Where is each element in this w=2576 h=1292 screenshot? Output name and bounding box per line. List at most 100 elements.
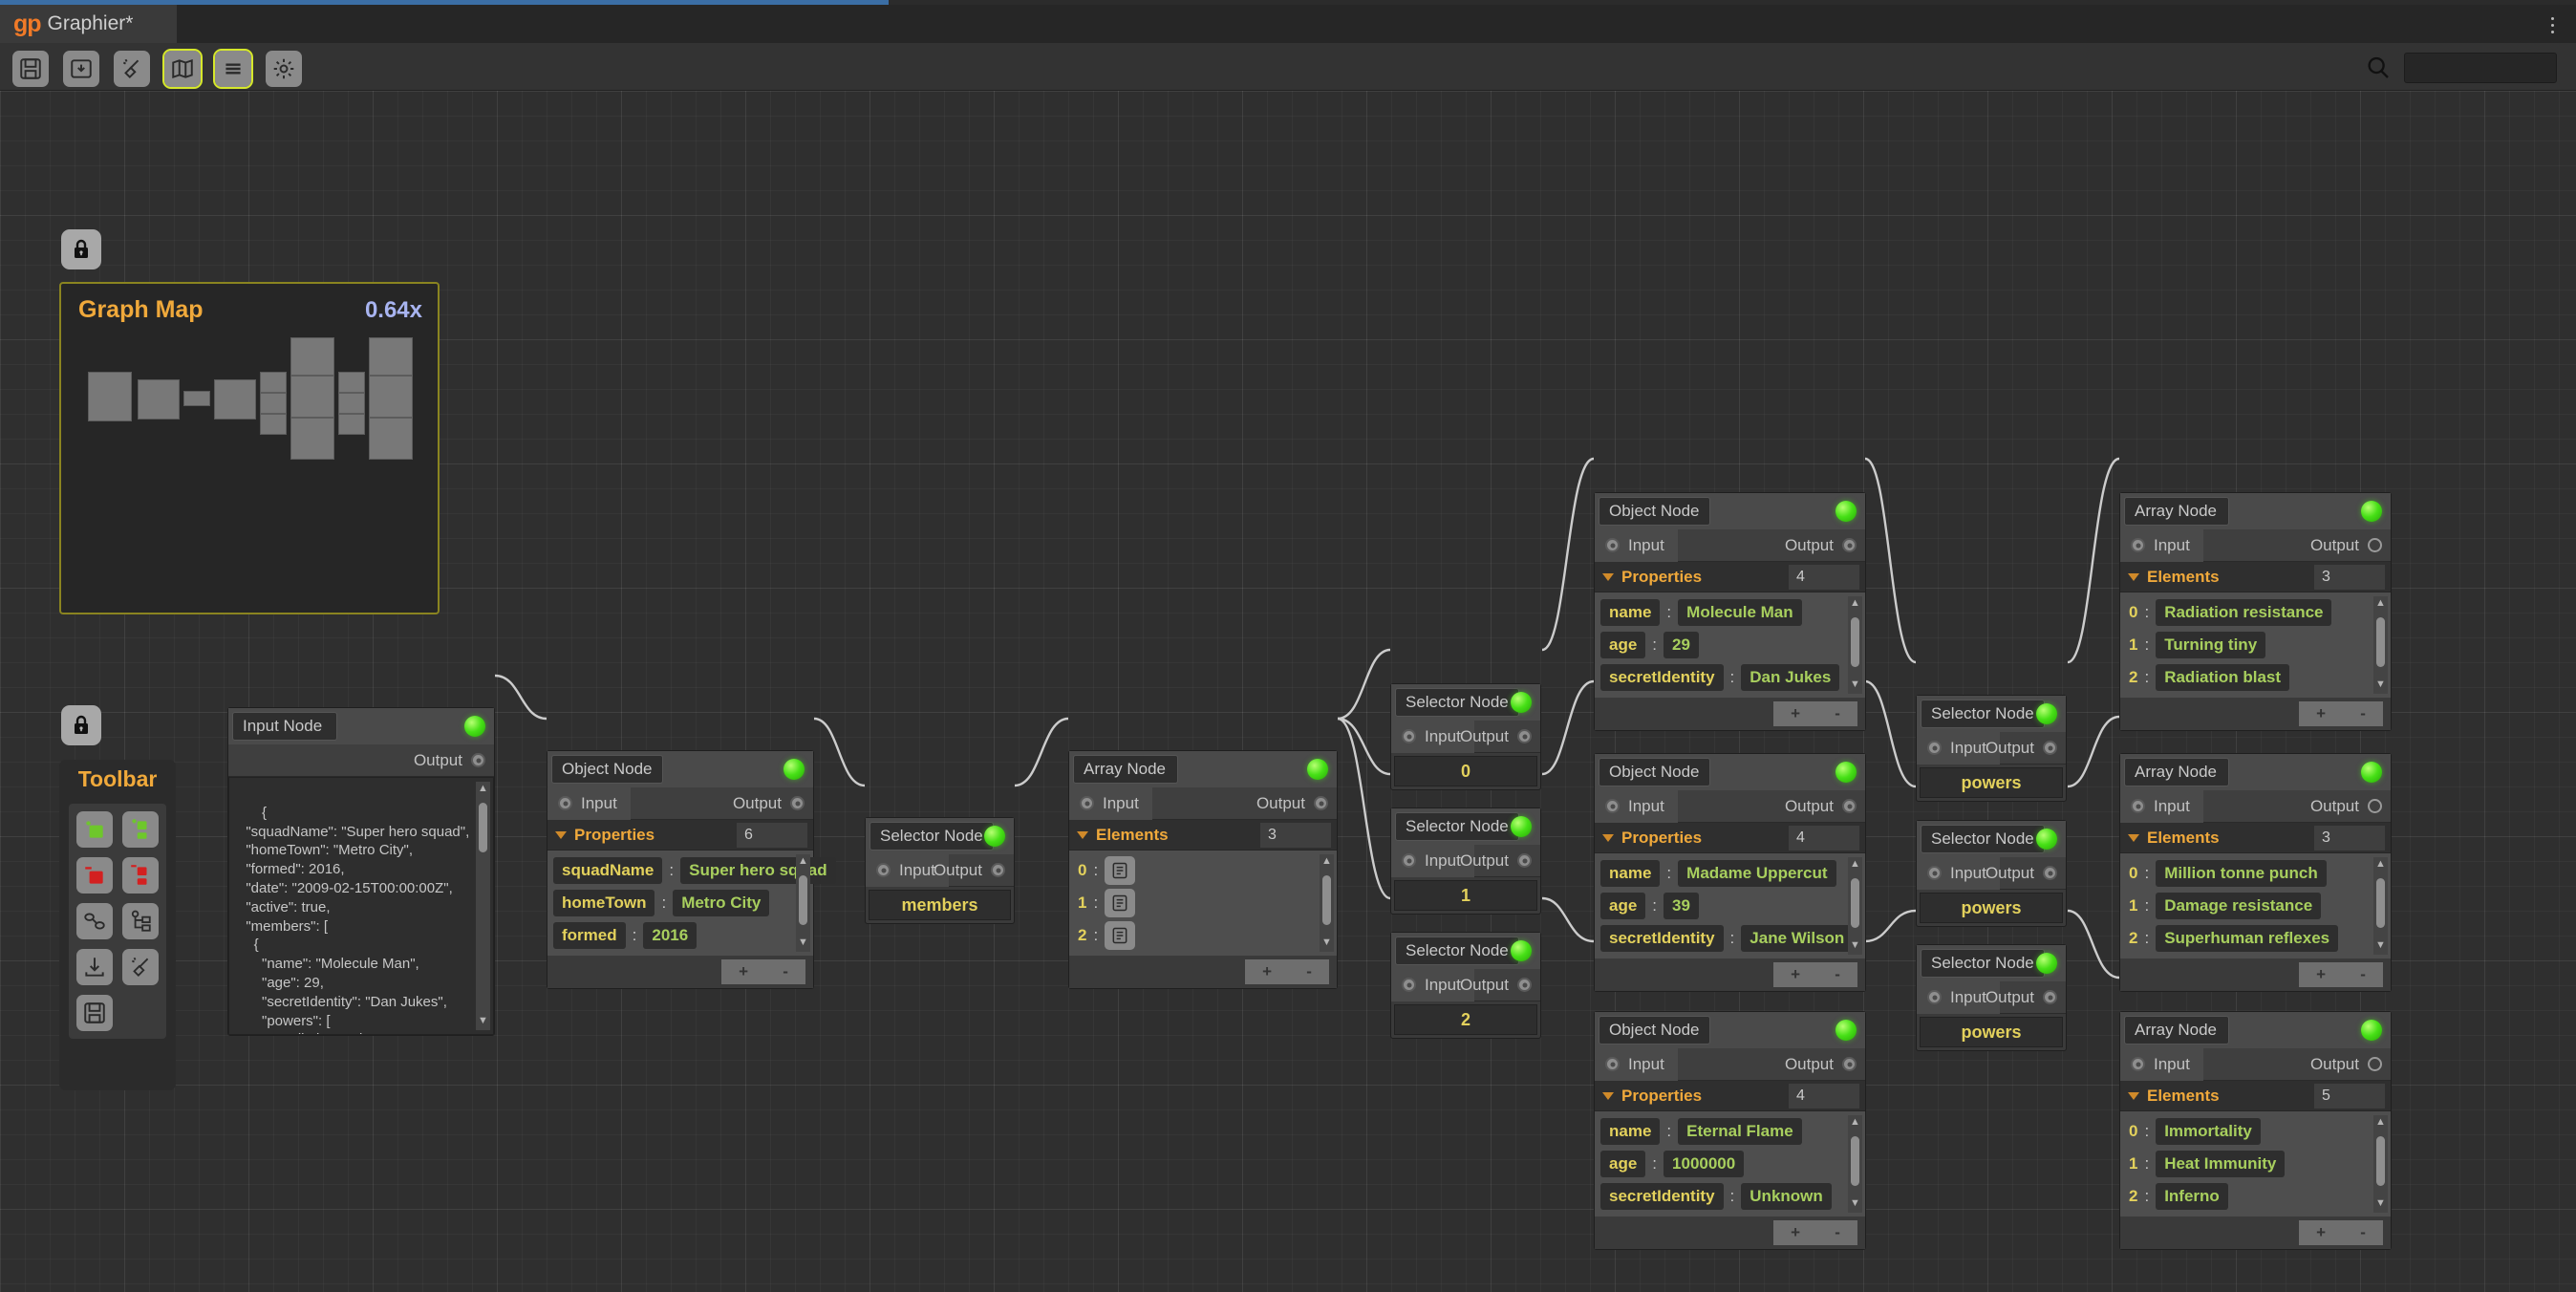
save-button-panel[interactable] bbox=[72, 990, 118, 1036]
graph-map-node-thumbnail[interactable] bbox=[369, 418, 413, 460]
input-port[interactable] bbox=[2131, 538, 2145, 552]
scroll-up-arrow[interactable]: ▲ bbox=[1850, 1115, 1860, 1130]
object-node-member-0[interactable]: Object Node Input Output Properties 4 na… bbox=[1594, 492, 1866, 731]
clean-button[interactable] bbox=[114, 51, 150, 87]
node-header[interactable]: Selector Node bbox=[1391, 684, 1540, 721]
node-header[interactable]: Object Node bbox=[1595, 1012, 1865, 1048]
chevron-down-icon[interactable] bbox=[2128, 833, 2139, 842]
add-button[interactable]: + bbox=[1791, 704, 1800, 723]
output-port-group[interactable]: Output bbox=[1986, 988, 2057, 1007]
remove-button[interactable]: - bbox=[1835, 965, 1840, 984]
output-port-group[interactable]: Output bbox=[1460, 727, 1532, 746]
output-port-group[interactable]: Output bbox=[1986, 739, 2057, 758]
output-port[interactable] bbox=[790, 796, 805, 810]
rows-scrollbar[interactable]: ▲ ▼ bbox=[1848, 857, 1862, 955]
add-property-button[interactable]: + bbox=[739, 962, 748, 981]
rows-scrollbar[interactable]: ▲ ▼ bbox=[2373, 596, 2388, 694]
chevron-down-icon[interactable] bbox=[1602, 572, 1614, 581]
scroll-up-arrow[interactable]: ▲ bbox=[1321, 854, 1332, 869]
input-port-group[interactable]: Input bbox=[1595, 789, 1678, 823]
scroll-up-arrow[interactable]: ▲ bbox=[1850, 857, 1860, 872]
graph-map-node-thumbnail[interactable] bbox=[88, 372, 132, 421]
scroll-down-arrow[interactable]: ▼ bbox=[478, 1014, 488, 1028]
properties-section-header[interactable]: Properties 6 bbox=[547, 820, 813, 851]
node-header[interactable]: Selector Node bbox=[1391, 933, 1540, 969]
selector-node-index-2[interactable]: Selector Node Input Output 2 bbox=[1390, 932, 1541, 1039]
node-header[interactable]: Input Node bbox=[228, 708, 494, 744]
selector-node-powers-2[interactable]: Selector Node Input Output powers bbox=[1916, 944, 2067, 1051]
open-button[interactable] bbox=[63, 51, 99, 87]
element-value[interactable]: Heat Immunity bbox=[2156, 1151, 2286, 1177]
array-node-powers-2[interactable]: Array Node Input Output Elements 5 0 : I… bbox=[2119, 1011, 2392, 1250]
element-row[interactable]: 1 : bbox=[1075, 887, 1333, 919]
property-key[interactable]: age bbox=[1600, 1151, 1646, 1177]
object-icon[interactable] bbox=[1105, 921, 1136, 950]
output-port[interactable] bbox=[2368, 1057, 2382, 1071]
add-button[interactable]: + bbox=[1791, 1223, 1800, 1242]
output-port[interactable] bbox=[2368, 799, 2382, 813]
node-header[interactable]: Object Node bbox=[547, 751, 813, 787]
property-row[interactable]: formed : 2016 bbox=[553, 919, 809, 952]
scroll-down-arrow[interactable]: ▼ bbox=[2375, 678, 2386, 692]
add-remove-property-buttons[interactable]: + - bbox=[721, 959, 805, 984]
output-port[interactable] bbox=[1842, 538, 1857, 552]
graph-map-lock-button[interactable] bbox=[61, 229, 101, 269]
scroll-down-arrow[interactable]: ▼ bbox=[798, 936, 808, 950]
output-port-group[interactable]: Output bbox=[1785, 536, 1857, 555]
add-button[interactable]: + bbox=[2316, 704, 2326, 723]
add-button[interactable]: + bbox=[1791, 965, 1800, 984]
output-port-group[interactable]: Output bbox=[414, 751, 485, 770]
scroll-down-arrow[interactable]: ▼ bbox=[1321, 936, 1332, 950]
element-value[interactable]: Million tonne punch bbox=[2156, 860, 2327, 887]
object-node-squad[interactable]: Object Node Input Output Properties 6 sq… bbox=[547, 750, 836, 989]
node-header[interactable]: Object Node bbox=[1595, 754, 1865, 790]
node-header[interactable]: Selector Node bbox=[1917, 945, 2066, 981]
chevron-down-icon[interactable] bbox=[555, 830, 567, 839]
remove-button[interactable]: - bbox=[2360, 704, 2366, 723]
property-value[interactable]: Eternal Flame bbox=[1678, 1118, 1802, 1145]
property-value[interactable]: 1000000 bbox=[1664, 1151, 1745, 1177]
delete-node-button[interactable] bbox=[72, 852, 118, 898]
chevron-down-icon[interactable] bbox=[1077, 830, 1088, 839]
node-header[interactable]: Array Node bbox=[2120, 754, 2391, 790]
input-port[interactable] bbox=[1605, 1057, 1620, 1071]
json-text-area[interactable]: { "squadName": "Super hero squad", "home… bbox=[228, 777, 494, 1035]
toolbar-panel[interactable]: Toolbar bbox=[59, 760, 176, 1090]
property-key[interactable]: age bbox=[1600, 632, 1646, 658]
graph-map-node-thumbnail[interactable] bbox=[260, 414, 287, 435]
node-header[interactable]: Array Node bbox=[2120, 493, 2391, 529]
input-port-group[interactable]: Input bbox=[2120, 1047, 2203, 1081]
scroll-down-arrow[interactable]: ▼ bbox=[2375, 1196, 2386, 1211]
selector-key-field[interactable]: powers bbox=[1920, 767, 2063, 798]
selector-node-powers-1[interactable]: Selector Node Input Output powers bbox=[1916, 820, 2067, 927]
input-port-group[interactable]: Input bbox=[2120, 789, 2203, 823]
node-header[interactable]: Selector Node bbox=[1917, 821, 2066, 857]
graph-map-panel[interactable]: Graph Map 0.64x bbox=[59, 282, 440, 614]
chevron-down-icon[interactable] bbox=[2128, 572, 2139, 581]
array-node-members[interactable]: Array Node Input Output Elements 3 0 : 1… bbox=[1068, 750, 1338, 989]
scroll-thumb[interactable] bbox=[2376, 878, 2385, 928]
output-port-group[interactable]: Output bbox=[733, 794, 805, 813]
property-value[interactable]: Super hero squad bbox=[680, 857, 836, 884]
property-row[interactable]: name : Madame Uppercut bbox=[1600, 857, 1861, 890]
rows-scrollbar[interactable]: ▲ ▼ bbox=[1848, 1115, 1862, 1213]
properties-rows[interactable]: name : Madame Uppercut age : 39 secretId… bbox=[1595, 853, 1865, 958]
element-value[interactable]: Radiation resistance bbox=[2156, 599, 2332, 626]
element-value[interactable]: Superhuman reflexes bbox=[2156, 925, 2339, 952]
app-tab[interactable]: gp Graphier* bbox=[0, 5, 177, 43]
add-remove-buttons[interactable]: + - bbox=[2299, 701, 2383, 726]
node-header[interactable]: Selector Node bbox=[866, 818, 1014, 854]
output-port[interactable] bbox=[2043, 866, 2057, 880]
node-header[interactable]: Array Node bbox=[2120, 1012, 2391, 1048]
scroll-thumb[interactable] bbox=[2376, 617, 2385, 667]
output-port-group[interactable]: Output bbox=[934, 861, 1005, 880]
output-port[interactable] bbox=[471, 753, 485, 767]
graph-map-node-thumbnail[interactable] bbox=[338, 393, 365, 414]
selector-key-field[interactable]: members bbox=[869, 890, 1011, 920]
graph-map-node-thumbnail[interactable] bbox=[290, 376, 334, 418]
input-port[interactable] bbox=[1927, 990, 1942, 1004]
tree-layout-button[interactable] bbox=[118, 898, 163, 944]
property-key[interactable]: name bbox=[1600, 1118, 1661, 1145]
graph-map-node-thumbnail[interactable] bbox=[290, 418, 334, 460]
add-remove-buttons[interactable]: + - bbox=[1773, 1220, 1857, 1245]
